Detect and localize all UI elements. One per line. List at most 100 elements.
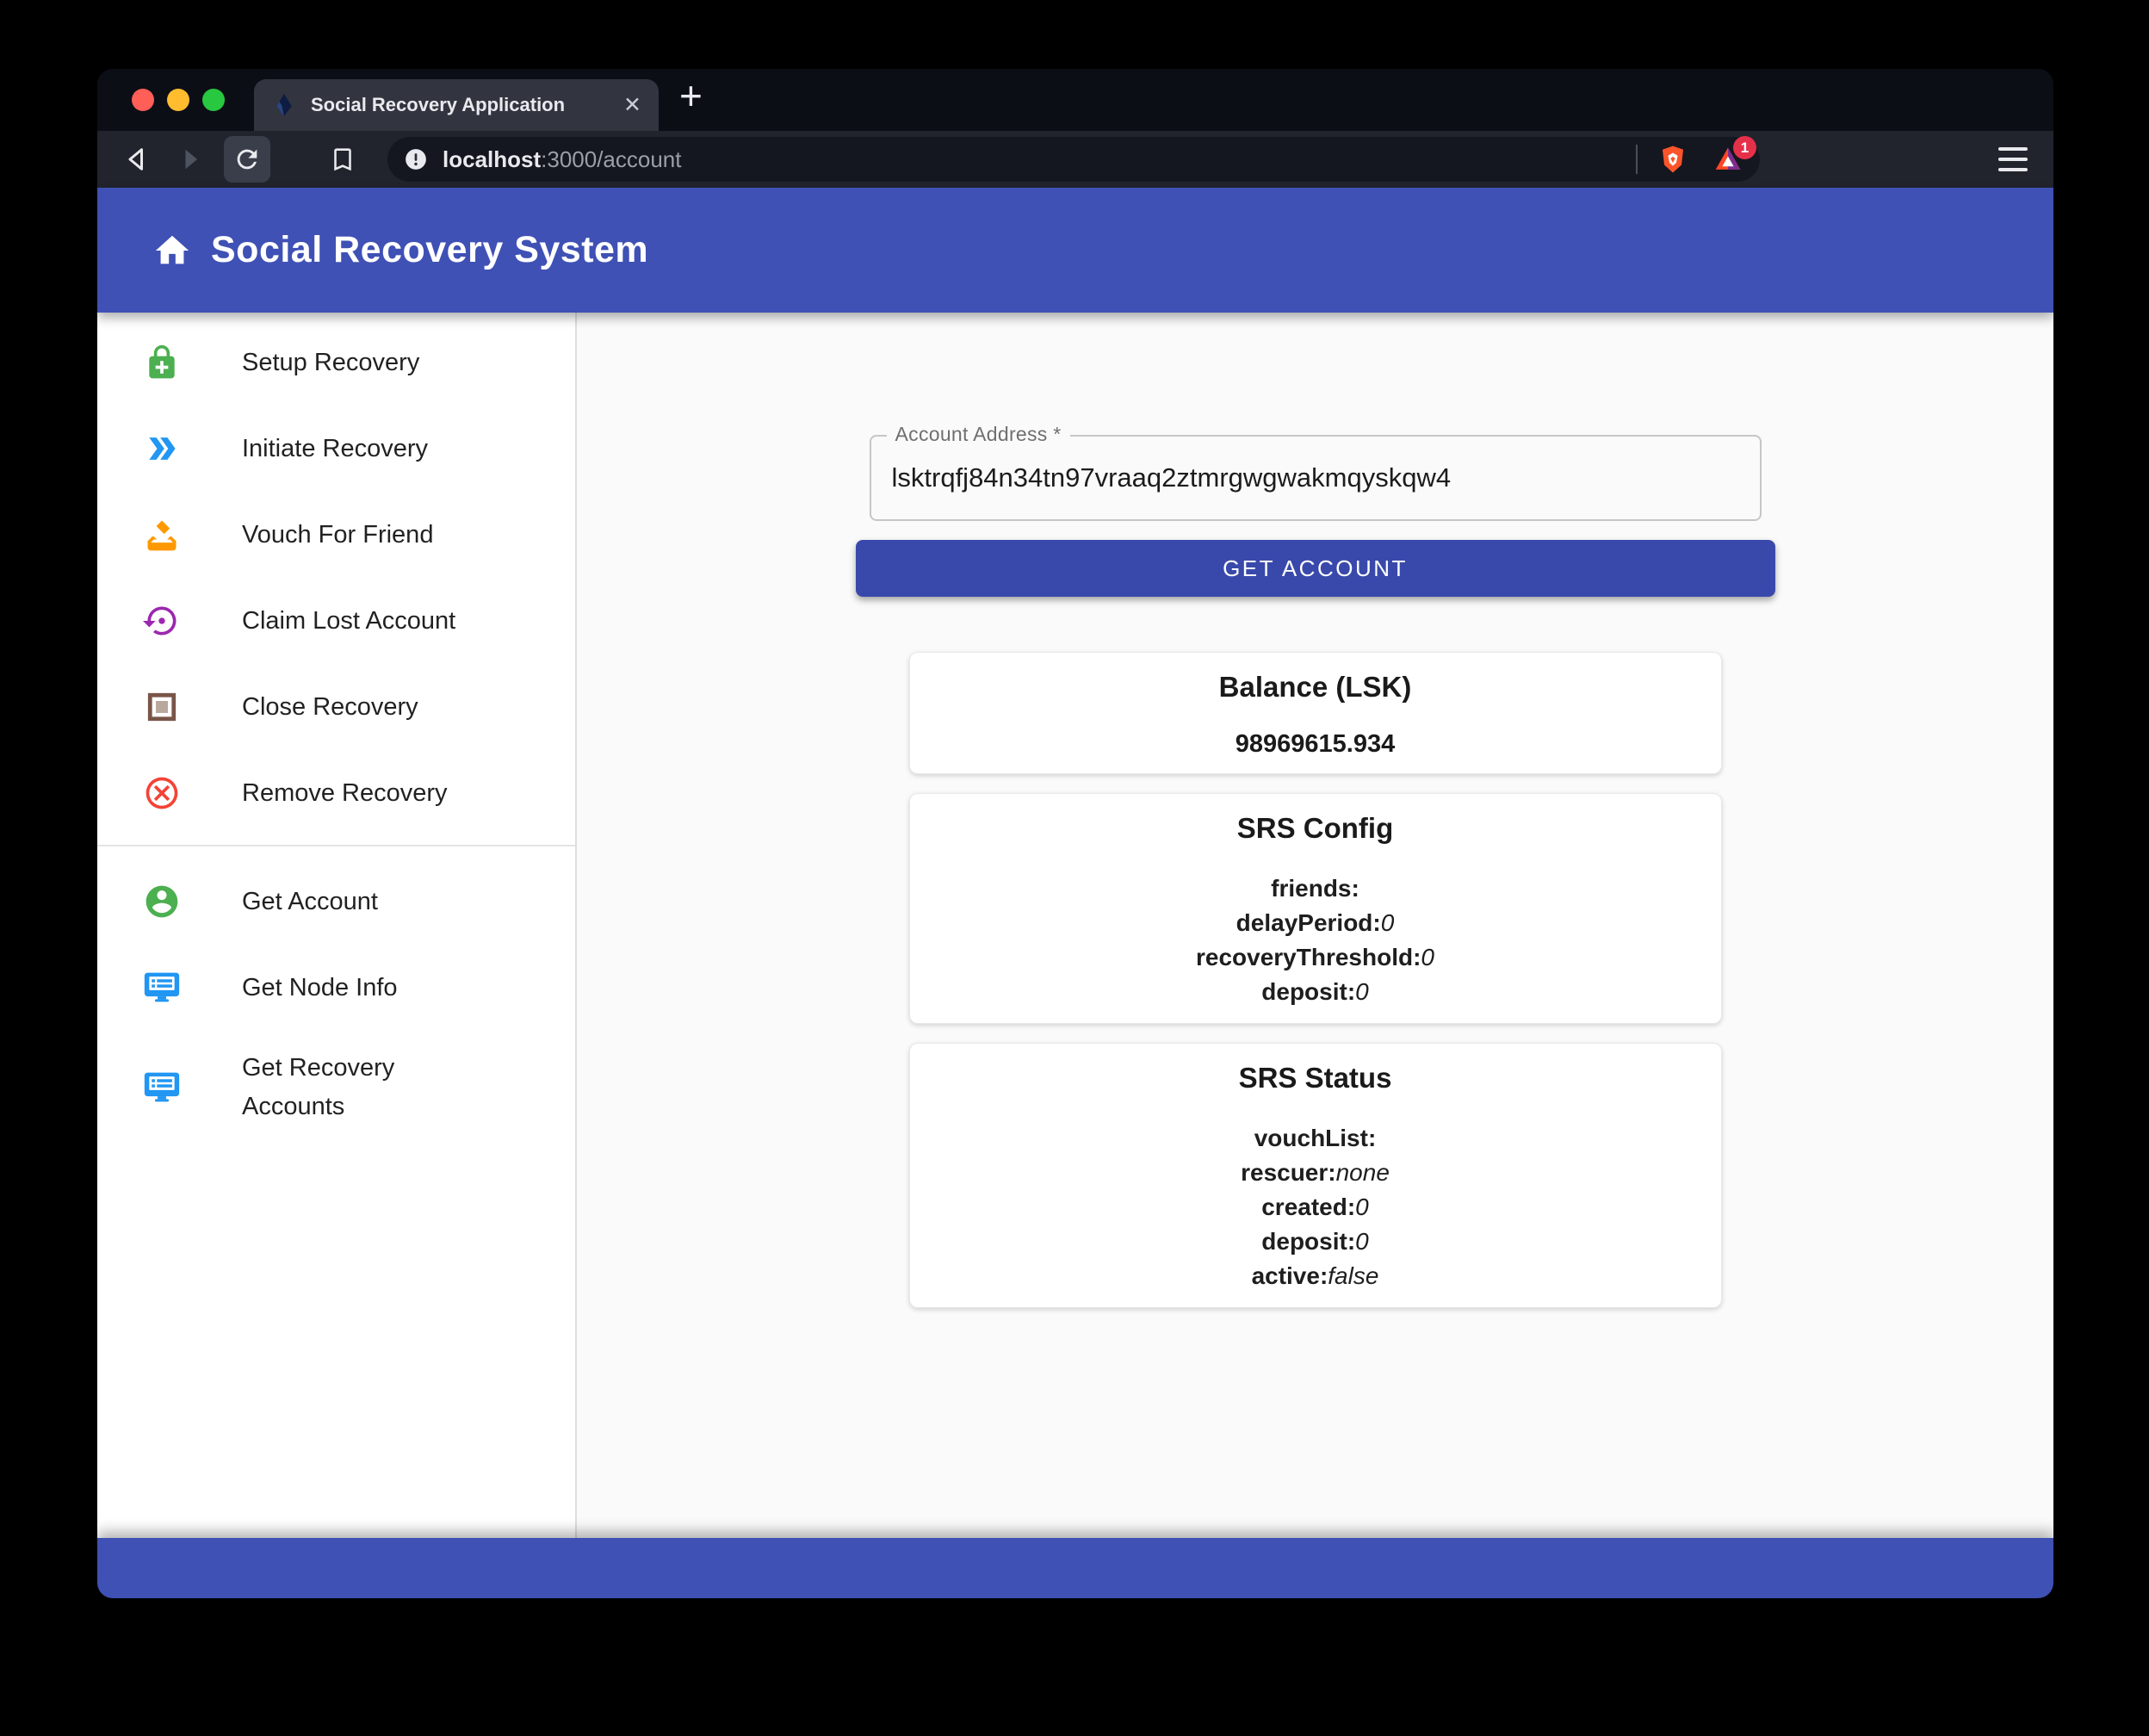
tab-strip: Social Recovery Application ✕ + bbox=[97, 69, 2053, 131]
field-value: 0 bbox=[1421, 944, 1434, 970]
account-address-field[interactable]: Account Address * lsktrqfj84n34tn97vraaq… bbox=[869, 423, 1762, 521]
balance-card-title: Balance (LSK) bbox=[1218, 671, 1412, 703]
url-host: localhost bbox=[443, 146, 542, 172]
field-label: deposit: bbox=[1261, 978, 1356, 1005]
main-content: Account Address * lsktrqfj84n34tn97vraaq… bbox=[577, 313, 2053, 1538]
browser-toolbar: localhost:3000/account 1 bbox=[97, 131, 2053, 188]
field-label: created: bbox=[1261, 1194, 1356, 1220]
srs-status-title: SRS Status bbox=[1238, 1062, 1392, 1094]
double-arrow-icon bbox=[142, 429, 182, 468]
config-field-row: recoveryThreshold:0 bbox=[910, 940, 1721, 975]
new-tab-button[interactable]: + bbox=[679, 76, 703, 115]
srs-status-card: SRS Status vouchList: rescuer:none creat… bbox=[908, 1043, 1722, 1308]
sidebar: Setup Recovery Initiate Recovery Vouch F… bbox=[97, 313, 577, 1538]
minimize-window-button[interactable] bbox=[167, 89, 189, 111]
app-header: Social Recovery System bbox=[97, 188, 2053, 313]
reload-icon bbox=[237, 149, 257, 170]
field-value: 0 bbox=[1355, 1194, 1369, 1220]
sidebar-item-setup-recovery[interactable]: Setup Recovery bbox=[97, 319, 575, 406]
sidebar-item-label: Claim Lost Account bbox=[242, 606, 456, 635]
field-value: 0 bbox=[1380, 909, 1395, 936]
field-label: rescuer: bbox=[1241, 1159, 1336, 1186]
srs-status-fields: vouchList: rescuer:none created:0 deposi… bbox=[910, 1121, 1721, 1293]
bookmark-button[interactable] bbox=[324, 140, 362, 178]
status-field-row: active:false bbox=[910, 1259, 1721, 1293]
config-field-row: delayPeriod:0 bbox=[910, 906, 1721, 940]
reload-button[interactable] bbox=[224, 136, 270, 183]
result-cards: Balance (LSK) 98969615.934 SRS Config fr… bbox=[908, 652, 1722, 1308]
srs-config-title: SRS Config bbox=[1236, 812, 1394, 844]
sidebar-item-get-node-info[interactable]: Get Node Info bbox=[97, 945, 575, 1031]
tab-close-icon[interactable]: ✕ bbox=[613, 92, 641, 118]
account-circle-icon bbox=[142, 882, 182, 921]
app-footer bbox=[97, 1538, 2053, 1598]
account-address-label: Account Address * bbox=[886, 423, 1070, 446]
sidebar-item-label: Get Node Info bbox=[242, 973, 398, 1001]
sidebar-item-remove-recovery[interactable]: Remove Recovery bbox=[97, 750, 575, 836]
zoom-window-button[interactable] bbox=[202, 89, 225, 111]
lisk-favicon-icon bbox=[276, 93, 292, 117]
field-label: active: bbox=[1251, 1262, 1328, 1289]
balance-card: Balance (LSK) 98969615.934 bbox=[908, 652, 1722, 774]
balance-value: 98969615.934 bbox=[1235, 730, 1396, 758]
brave-rewards-button[interactable]: 1 bbox=[1712, 136, 1756, 176]
sidebar-item-label: Setup Recovery bbox=[242, 348, 420, 376]
hamburger-icon bbox=[1998, 147, 2028, 151]
browser-window: Social Recovery Application ✕ + localhos… bbox=[97, 69, 2053, 1598]
sidebar-item-label: Initiate Recovery bbox=[242, 434, 428, 462]
sidebar-item-vouch-for-friend[interactable]: Vouch For Friend bbox=[97, 492, 575, 578]
forward-button[interactable] bbox=[170, 140, 208, 178]
srs-config-card: SRS Config friends: delayPeriod:0 recove… bbox=[908, 793, 1722, 1024]
site-info-icon[interactable] bbox=[403, 146, 429, 172]
back-button[interactable] bbox=[119, 140, 157, 178]
sidebar-item-claim-lost-account[interactable]: Claim Lost Account bbox=[97, 578, 575, 664]
status-field-row: created:0 bbox=[910, 1190, 1721, 1224]
brave-shield-icon[interactable] bbox=[1657, 143, 1689, 176]
back-icon bbox=[128, 148, 143, 170]
field-value: none bbox=[1335, 1159, 1390, 1186]
field-label: delayPeriod: bbox=[1236, 909, 1381, 936]
home-icon[interactable] bbox=[152, 231, 192, 270]
get-account-button[interactable]: GET ACCOUNT bbox=[855, 540, 1775, 597]
tab-title: Social Recovery Application bbox=[311, 94, 566, 115]
sidebar-item-close-recovery[interactable]: Close Recovery bbox=[97, 664, 575, 750]
bookmark-icon bbox=[334, 148, 351, 171]
status-field-row: vouchList: bbox=[910, 1121, 1721, 1156]
sidebar-divider bbox=[97, 845, 575, 846]
sidebar-item-label: Get Account bbox=[242, 887, 378, 915]
forward-icon bbox=[185, 149, 197, 170]
sidebar-item-label: Close Recovery bbox=[242, 692, 418, 721]
field-value: false bbox=[1328, 1262, 1379, 1289]
browser-tab[interactable]: Social Recovery Application ✕ bbox=[254, 79, 659, 131]
field-label: vouchList: bbox=[1254, 1125, 1377, 1151]
url-path: :3000/account bbox=[541, 146, 682, 172]
status-field-row: rescuer:none bbox=[910, 1156, 1721, 1190]
config-field-row: deposit:0 bbox=[910, 975, 1721, 1009]
field-value: 0 bbox=[1355, 978, 1369, 1005]
field-label: deposit: bbox=[1261, 1228, 1356, 1255]
sidebar-item-get-recovery-accounts[interactable]: Get Recovery Accounts bbox=[97, 1031, 575, 1144]
page-body: Setup Recovery Initiate Recovery Vouch F… bbox=[97, 313, 2053, 1538]
status-field-row: deposit:0 bbox=[910, 1224, 1721, 1259]
monitor-list-icon bbox=[142, 1068, 182, 1107]
srs-config-fields: friends: delayPeriod:0 recoveryThreshold… bbox=[910, 871, 1721, 1009]
sidebar-item-get-account[interactable]: Get Account bbox=[97, 859, 575, 945]
field-value: 0 bbox=[1355, 1228, 1369, 1255]
cancel-icon bbox=[142, 773, 182, 813]
menu-button[interactable] bbox=[1998, 147, 2028, 171]
url-divider bbox=[1636, 145, 1638, 174]
sidebar-item-label: Get Recovery Accounts bbox=[242, 1054, 395, 1120]
url-bar[interactable]: localhost:3000/account 1 bbox=[387, 136, 1760, 182]
config-field-row: friends: bbox=[910, 871, 1721, 906]
sidebar-item-label: Remove Recovery bbox=[242, 778, 448, 807]
field-label: friends: bbox=[1271, 875, 1359, 902]
rewards-badge: 1 bbox=[1733, 136, 1756, 159]
field-label: recoveryThreshold: bbox=[1196, 944, 1421, 970]
account-address-value[interactable]: lsktrqfj84n34tn97vraaq2ztmrgwgwakmqyskqw… bbox=[892, 462, 1452, 493]
lock-plus-icon bbox=[142, 343, 182, 382]
ballot-icon bbox=[142, 515, 182, 555]
page-title: Social Recovery System bbox=[211, 229, 649, 270]
close-window-button[interactable] bbox=[132, 89, 154, 111]
monitor-list-icon bbox=[142, 968, 182, 1008]
sidebar-item-initiate-recovery[interactable]: Initiate Recovery bbox=[97, 406, 575, 492]
